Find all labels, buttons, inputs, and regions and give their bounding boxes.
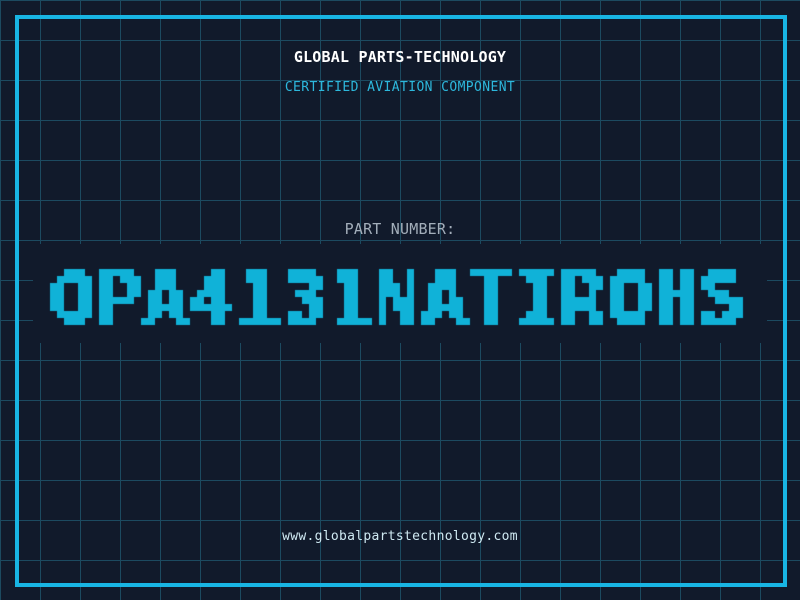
part-number-label: PART NUMBER: (344, 220, 456, 238)
certification-subtitle: CERTIFIED AVIATION COMPONENT (284, 80, 516, 95)
part-number-text: OPA4131NATIROHS (43, 339, 44, 340)
company-title: GLOBAL PARTS-TECHNOLOGY (293, 48, 507, 66)
part-label-page: { "colors": { "background": "#111a2b", "… (0, 0, 800, 600)
part-number-pixel-text (43, 248, 757, 339)
part-number-display: OPA4131NATIROHS (33, 244, 767, 343)
website-url: www.globalpartstechnology.com (282, 529, 518, 544)
